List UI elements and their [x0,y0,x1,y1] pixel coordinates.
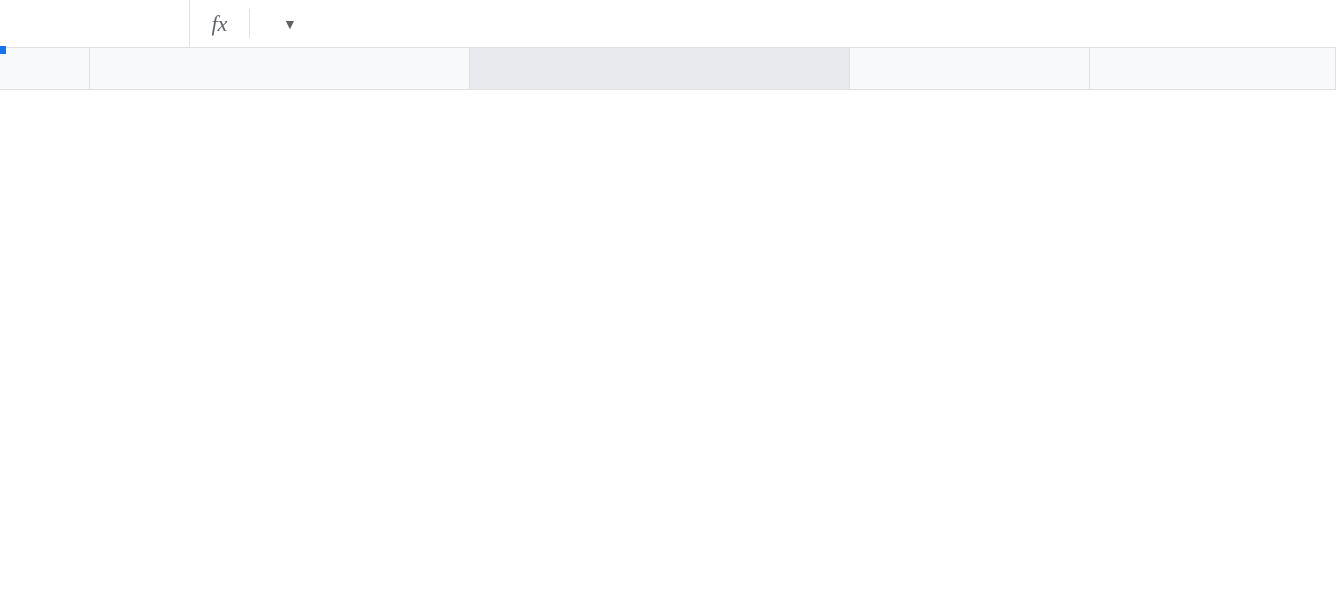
name-box-dropdown-icon[interactable]: ▼ [283,16,297,32]
formula-bar: ▼ fx [0,0,1336,48]
fx-icon[interactable]: fx [190,9,250,37]
column-headers [90,48,1336,90]
select-all-corner[interactable] [0,48,90,90]
col-header-a[interactable] [90,48,470,90]
col-header-b[interactable] [470,48,850,90]
name-box-wrap: ▼ [0,0,190,47]
col-header-c[interactable] [850,48,1090,90]
fill-handle[interactable] [0,46,6,54]
col-header-d[interactable] [1090,48,1336,90]
active-cell-outline [0,48,4,52]
